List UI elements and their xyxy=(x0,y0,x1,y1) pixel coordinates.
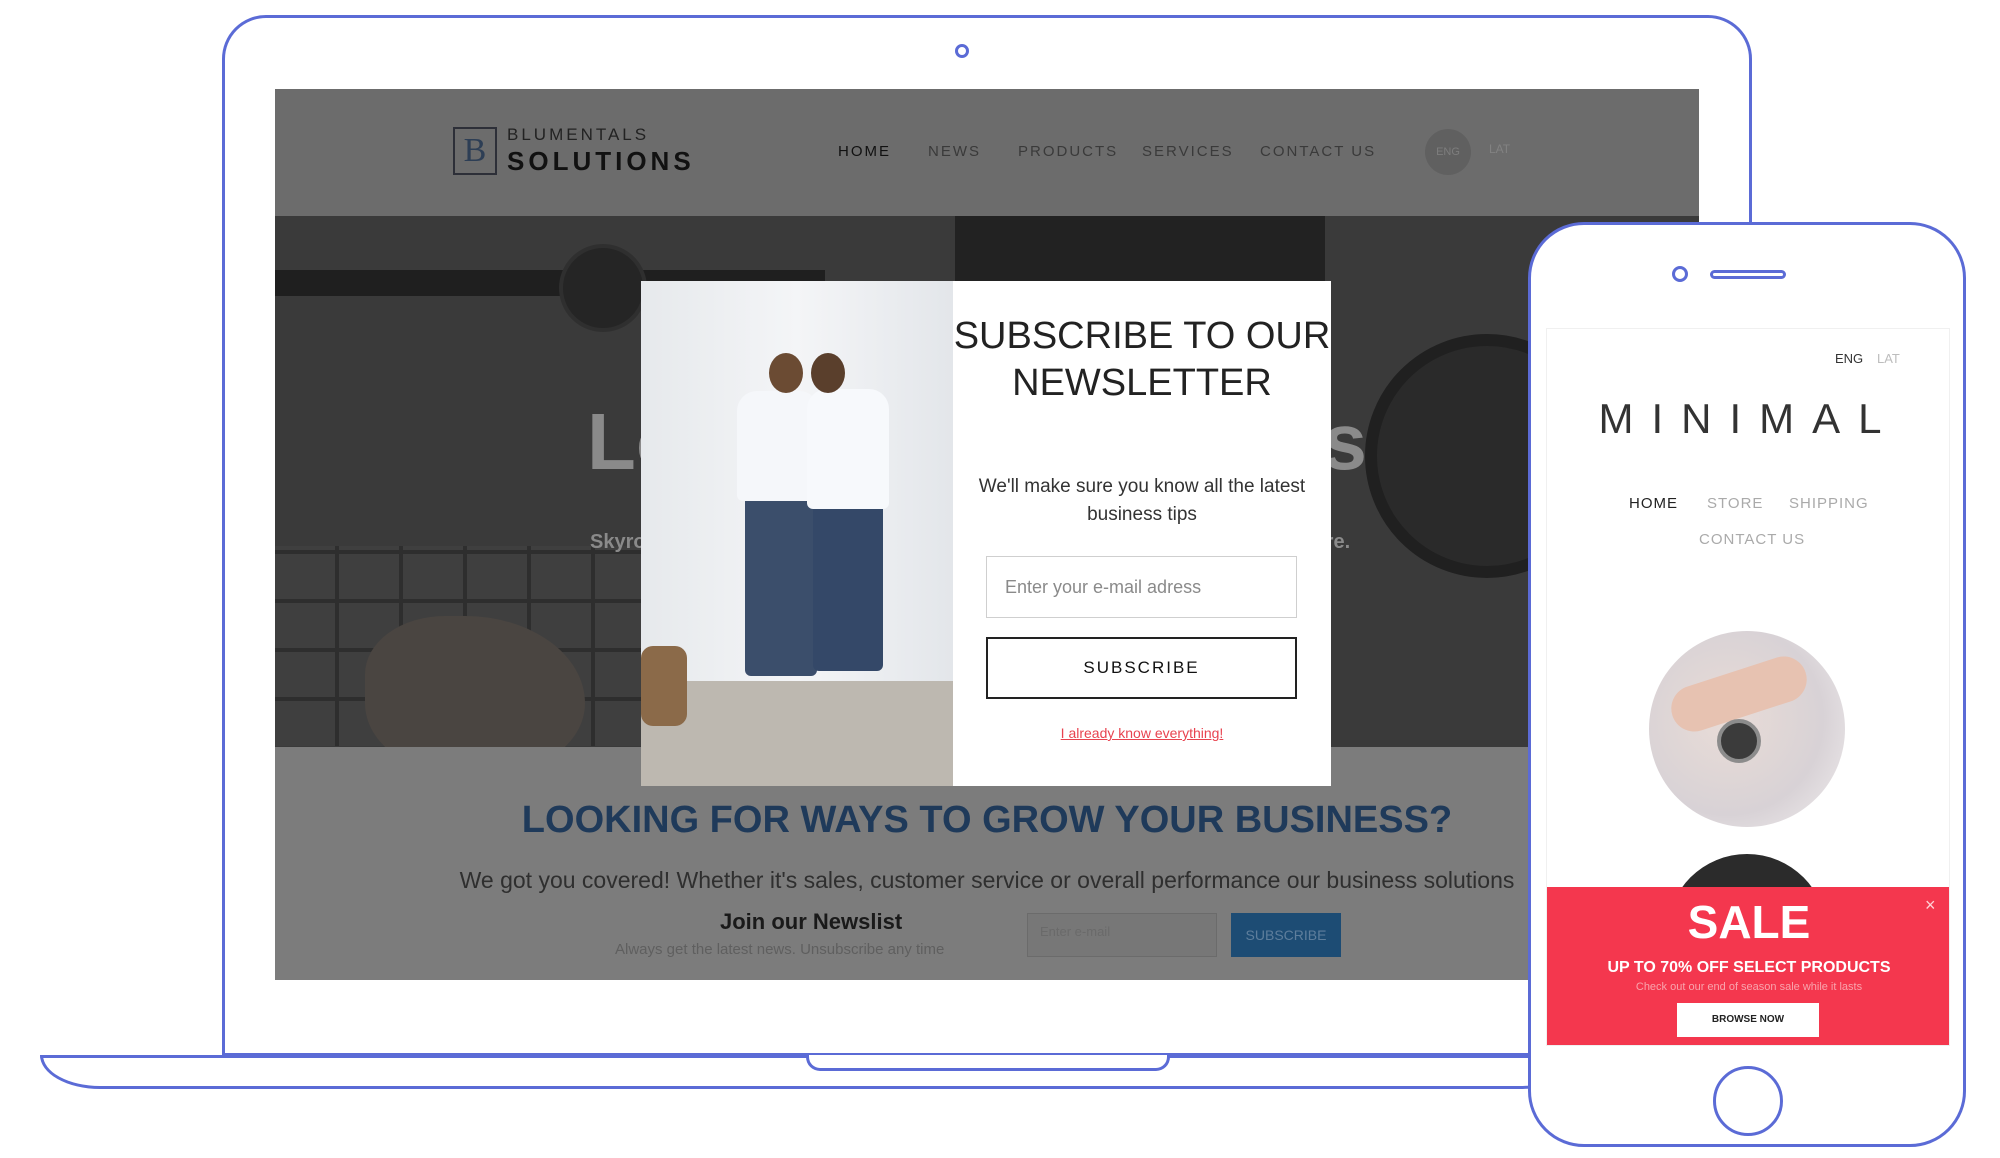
subscribe-popup: SUBSCRIBE TO OUR NEWSLETTER We'll make s… xyxy=(641,281,1331,786)
nav-contact-us[interactable]: CONTACT US xyxy=(1260,143,1376,160)
mobile-nav-contact-us[interactable]: CONTACT US xyxy=(1699,531,1805,548)
newsletter-subscribe-button[interactable]: SUBSCRIBE xyxy=(1231,913,1341,957)
laptop-camera xyxy=(955,44,969,58)
hero-subtitle-left: Skyro xyxy=(590,531,646,553)
popup-title: SUBSCRIBE TO OUR NEWSLETTER xyxy=(953,315,1331,404)
lang-eng[interactable]: ENG xyxy=(1425,129,1471,175)
newsletter-email-input[interactable]: Enter e-mail xyxy=(1027,913,1217,957)
popup-text: We'll make sure you know all the latest … xyxy=(978,476,1306,525)
mobile-lang-eng[interactable]: ENG xyxy=(1835,351,1863,366)
product-watch xyxy=(1717,719,1761,763)
site-header: B BLUMENTALS SOLUTIONS HOME NEWS PRODUCT… xyxy=(275,89,1699,216)
photo-person-2-legs xyxy=(813,501,883,671)
photo-person-1-head xyxy=(769,353,803,393)
newsletter-subtitle: Always get the latest news. Unsubscribe … xyxy=(615,941,945,958)
hero-watch-image xyxy=(559,244,647,332)
mobile-nav-shipping[interactable]: SHIPPING xyxy=(1789,495,1869,512)
hero-dark-object xyxy=(955,216,1325,286)
popup-dismiss-link[interactable]: I already know everything! xyxy=(953,725,1331,741)
logo-text-bottom[interactable]: SOLUTIONS xyxy=(507,146,695,177)
lang-lat[interactable]: LAT xyxy=(1489,142,1510,156)
sale-title: SALE xyxy=(1687,896,1811,948)
sale-banner: × SALE UP TO 70% OFF SELECT PRODUCTS Che… xyxy=(1547,887,1949,1045)
logo-text-top[interactable]: BLUMENTALS xyxy=(507,125,649,145)
laptop-notch xyxy=(806,1055,1170,1071)
popup-email-input[interactable]: Enter your e-mail adress xyxy=(986,556,1297,618)
mobile-nav-store[interactable]: STORE xyxy=(1707,495,1763,512)
photo-person-2-head xyxy=(811,353,845,393)
phone-speaker xyxy=(1710,270,1786,279)
phone-home-button[interactable] xyxy=(1713,1066,1783,1136)
photo-person-2-shirt xyxy=(807,389,889,509)
laptop-screen: B BLUMENTALS SOLUTIONS HOME NEWS PRODUCT… xyxy=(275,89,1699,980)
sale-text: Check out our end of season sale while i… xyxy=(1635,981,1863,993)
mobile-product-image[interactable] xyxy=(1649,631,1845,827)
newsletter-title: Join our Newslist xyxy=(720,909,903,934)
phone-screen: ENG LAT MINIMAL HOME STORE SHIPPING CONT… xyxy=(1546,328,1950,1046)
photo-person-1-legs xyxy=(745,496,817,676)
photo-ground xyxy=(641,681,953,786)
logo-mark[interactable]: B xyxy=(453,127,497,175)
sale-subtitle: UP TO 70% OFF SELECT PRODUCTS xyxy=(1607,959,1891,976)
mobile-logo[interactable]: MINIMAL xyxy=(1547,395,1949,443)
mobile-lang-lat[interactable]: LAT xyxy=(1877,351,1900,366)
nav-services[interactable]: SERVICES xyxy=(1142,143,1234,160)
mobile-nav-home[interactable]: HOME xyxy=(1629,495,1678,512)
section-text: We got you covered! Whether it's sales, … xyxy=(459,867,1515,893)
photo-bag xyxy=(641,646,687,726)
popup-subscribe-button[interactable]: SUBSCRIBE xyxy=(986,637,1297,699)
nav-products[interactable]: PRODUCTS xyxy=(1018,143,1118,160)
section-heading: LOOKING FOR WAYS TO GROW YOUR BUSINESS? xyxy=(521,799,1453,841)
phone-camera xyxy=(1672,266,1688,282)
nav-news[interactable]: NEWS xyxy=(928,143,981,160)
popup-photo xyxy=(641,281,953,786)
browse-now-button[interactable]: BROWSE NOW xyxy=(1677,1003,1819,1037)
nav-home[interactable]: HOME xyxy=(838,143,891,160)
